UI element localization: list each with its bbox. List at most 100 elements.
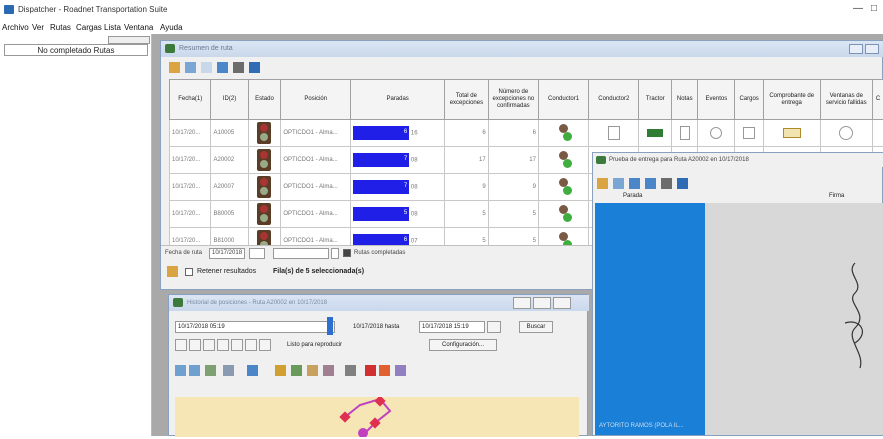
cell-total[interactable]: 17 xyxy=(445,147,489,174)
cell-id[interactable]: A10005 xyxy=(211,120,248,147)
menu-ver[interactable]: Ver xyxy=(32,23,44,32)
cell-conductor1[interactable] xyxy=(538,174,588,201)
routes-icon[interactable] xyxy=(597,178,608,189)
loop-icon[interactable] xyxy=(259,339,271,351)
stop-cell-selected[interactable]: AYTORITO RAMOS (POLA IL... xyxy=(595,203,705,435)
cell-no-confirmadas[interactable]: 17 xyxy=(488,147,538,174)
sort-icon[interactable] xyxy=(629,178,640,189)
cell-no-confirmadas[interactable]: 9 xyxy=(488,174,538,201)
print-icon[interactable] xyxy=(661,178,672,189)
col-paradas[interactable]: Paradas xyxy=(351,80,445,120)
cell-eventos[interactable] xyxy=(698,120,735,147)
cell-fecha[interactable]: 10/17/20... xyxy=(170,120,211,147)
measure-icon[interactable] xyxy=(189,365,200,376)
cell-fecha[interactable]: 10/17/20... xyxy=(170,201,211,228)
cell-paradas[interactable]: 7 08 xyxy=(351,147,445,174)
col-cargos[interactable]: Cargos xyxy=(735,80,763,120)
cell-conductor2[interactable] xyxy=(589,120,639,147)
menu-lista[interactable]: Lista xyxy=(104,23,121,32)
cell-ventanas[interactable] xyxy=(820,120,872,147)
cell-id[interactable]: B80005 xyxy=(211,201,248,228)
search-button[interactable]: Buscar xyxy=(519,321,553,333)
cell-tractor[interactable] xyxy=(639,120,672,147)
col-parada[interactable]: Parada xyxy=(623,193,642,203)
cell-fecha[interactable]: 10/17/20... xyxy=(170,147,211,174)
cell-paradas[interactable]: 6 16 xyxy=(351,120,445,147)
first-icon[interactable] xyxy=(189,339,201,351)
col-extra[interactable]: C xyxy=(872,80,883,120)
grid-icon[interactable] xyxy=(185,62,196,73)
col-conductor1[interactable]: Conductor1 xyxy=(538,80,588,120)
window-minimize-button[interactable] xyxy=(849,44,863,54)
cell-total[interactable]: 5 xyxy=(445,201,489,228)
col-ventanas[interactable]: Ventanas de servicio fallidas xyxy=(820,80,872,120)
timeline-slider-handle[interactable] xyxy=(327,317,333,335)
table-row[interactable]: 10/17/20...A10005OPTICDO1 - Alma...6 166… xyxy=(170,120,883,147)
cell-no-confirmadas[interactable]: 6 xyxy=(488,120,538,147)
col-conductor2[interactable]: Conductor2 xyxy=(589,80,639,120)
menu-ayuda[interactable]: Ayuda xyxy=(160,23,183,32)
cell-posicion[interactable]: OPTICDO1 - Alma... xyxy=(281,174,351,201)
filter-icon[interactable] xyxy=(645,178,656,189)
cell-id[interactable]: A20002 xyxy=(211,147,248,174)
cell-no-confirmadas[interactable]: 5 xyxy=(488,201,538,228)
route-icon[interactable] xyxy=(323,365,334,376)
cell-id[interactable]: A20007 xyxy=(211,174,248,201)
vehicle-icon[interactable] xyxy=(275,365,286,376)
grid-icon[interactable] xyxy=(613,178,624,189)
cell-estado[interactable] xyxy=(248,201,281,228)
cell-paradas[interactable]: 7 08 xyxy=(351,174,445,201)
play-icon[interactable] xyxy=(175,339,187,351)
pan-icon[interactable] xyxy=(205,365,216,376)
menu-cargas[interactable]: Cargas xyxy=(76,23,102,32)
panel-toggle-button[interactable] xyxy=(108,36,150,44)
menu-ventana[interactable]: Ventana xyxy=(124,23,153,32)
print-icon[interactable] xyxy=(233,62,244,73)
forward-icon[interactable] xyxy=(217,339,229,351)
minimize-button[interactable]: — xyxy=(850,2,866,16)
cell-conductor1[interactable] xyxy=(538,120,588,147)
col-estado[interactable]: Estado xyxy=(248,80,281,120)
menu-archivo[interactable]: Archivo xyxy=(2,23,29,32)
retain-results-checkbox[interactable] xyxy=(185,268,193,276)
route-date-input[interactable]: 10/17/2018 xyxy=(209,248,245,259)
col-comprobante[interactable]: Comprobante de entrega xyxy=(763,80,820,120)
routes-icon[interactable] xyxy=(169,62,180,73)
cell-cargos[interactable] xyxy=(735,120,763,147)
up-arrow-icon[interactable] xyxy=(379,365,390,376)
layers-icon[interactable] xyxy=(247,365,258,376)
cell-estado[interactable] xyxy=(248,120,281,147)
cell-estado[interactable] xyxy=(248,147,281,174)
zoom-icon[interactable] xyxy=(223,365,234,376)
last-icon[interactable] xyxy=(231,339,243,351)
save-icon[interactable] xyxy=(249,62,260,73)
col-tractor[interactable]: Tractor xyxy=(639,80,672,120)
col-notas[interactable]: Notas xyxy=(672,80,698,120)
cell-estado[interactable] xyxy=(248,174,281,201)
cell-total[interactable]: 6 xyxy=(445,120,489,147)
configuration-button[interactable]: Configuración... xyxy=(429,339,497,351)
pencil-icon[interactable] xyxy=(395,365,406,376)
cell-comprobante[interactable] xyxy=(763,120,820,147)
calendar-icon[interactable] xyxy=(331,248,339,259)
history-start-input[interactable]: 10/17/2018 05:19 xyxy=(175,321,335,333)
cell-posicion[interactable]: OPTICDO1 - Alma... xyxy=(281,201,351,228)
sort-icon[interactable] xyxy=(201,62,212,73)
filter-icon[interactable] xyxy=(217,62,228,73)
col-fecha[interactable]: Fecha(1) xyxy=(170,80,211,120)
end-date-picker-button[interactable] xyxy=(487,321,501,333)
col-posicion[interactable]: Posición xyxy=(281,80,351,120)
window-maximize-button[interactable] xyxy=(865,44,879,54)
history-close-button[interactable] xyxy=(553,297,571,309)
col-id[interactable]: ID(2) xyxy=(211,80,248,120)
print-icon[interactable] xyxy=(345,365,356,376)
stop-icon[interactable] xyxy=(245,339,257,351)
cell-paradas[interactable]: 5 08 xyxy=(351,201,445,228)
map-icon[interactable] xyxy=(291,365,302,376)
route-date-to-input[interactable] xyxy=(273,248,329,259)
history-end-input[interactable]: 10/17/2018 15:19 xyxy=(419,321,485,333)
col-eventos[interactable]: Eventos xyxy=(698,80,735,120)
cell-notas[interactable] xyxy=(672,120,698,147)
cell-conductor1[interactable] xyxy=(538,201,588,228)
route-filter-select[interactable]: No completado Rutas xyxy=(4,44,148,56)
